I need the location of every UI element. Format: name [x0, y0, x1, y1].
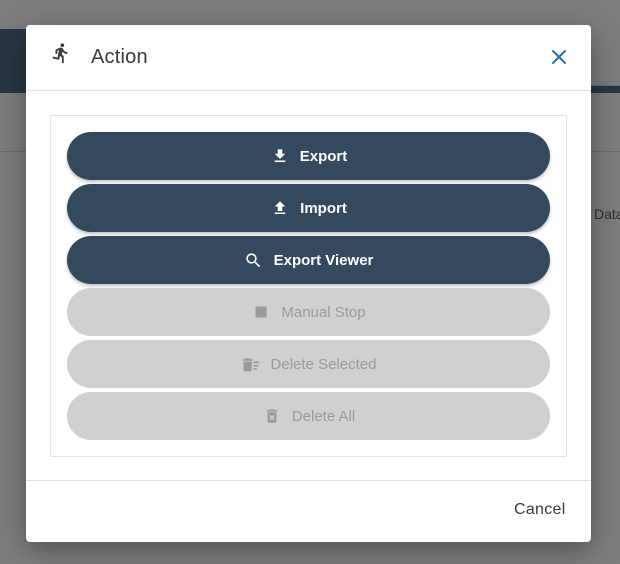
- app-header-edge: [591, 29, 620, 86]
- dialog-footer: Cancel: [26, 480, 591, 542]
- manual-stop-label: Manual Stop: [281, 303, 366, 321]
- export-viewer-button[interactable]: Export Viewer: [67, 236, 550, 284]
- actions-panel: Export Import Export Viewer Manual Stop: [50, 115, 567, 457]
- delete-all-label: Delete All: [291, 407, 356, 425]
- manual-stop-button[interactable]: Manual Stop: [67, 288, 550, 336]
- search-icon: [244, 250, 264, 270]
- dialog-header: Action: [26, 25, 591, 91]
- upload-icon: [270, 198, 290, 218]
- delete-sweep-icon: [241, 354, 261, 374]
- download-icon: [270, 146, 290, 166]
- import-button[interactable]: Import: [67, 184, 550, 232]
- stop-icon: [251, 302, 271, 322]
- delete-selected-button[interactable]: Delete Selected: [67, 340, 550, 388]
- dialog-title: Action: [91, 46, 148, 68]
- import-label: Import: [300, 199, 347, 217]
- export-button[interactable]: Export: [67, 132, 550, 180]
- export-viewer-label: Export Viewer: [273, 251, 374, 269]
- cancel-button[interactable]: Cancel: [514, 501, 566, 519]
- tab-data: Data: [594, 206, 620, 222]
- run-icon: [50, 41, 72, 65]
- action-dialog: Action Export Import Export Viewer Manua…: [26, 25, 591, 542]
- delete-selected-label: Delete Selected: [270, 355, 377, 373]
- delete-all-button[interactable]: Delete All: [67, 392, 550, 440]
- export-label: Export: [299, 147, 348, 165]
- delete-forever-icon: [262, 406, 282, 426]
- close-icon[interactable]: [546, 44, 572, 70]
